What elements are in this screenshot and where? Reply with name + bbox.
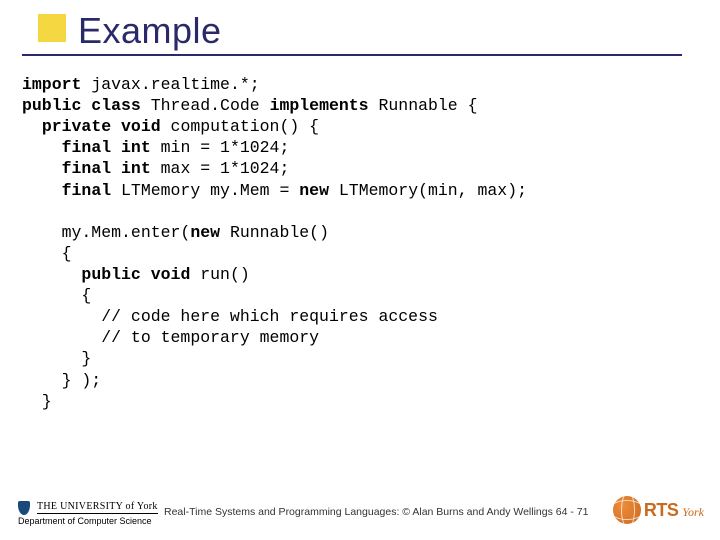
code-line: my.Mem.enter(new Runnable() (22, 222, 527, 243)
globe-icon (613, 496, 641, 524)
york-label: York (682, 505, 704, 520)
code-line: } (22, 391, 527, 412)
rts-label: RTS (644, 500, 679, 521)
university-name: THE UNIVERSITY of York (37, 501, 158, 514)
code-line: { (22, 243, 527, 264)
code-line: import javax.realtime.*; (22, 74, 527, 95)
code-line: public void run() (22, 264, 527, 285)
code-line: { (22, 285, 527, 306)
rts-logo: RTS York (613, 496, 704, 524)
code-line: public class Thread.Code implements Runn… (22, 95, 527, 116)
title-bullet-square (38, 14, 66, 42)
title-underline (22, 54, 682, 56)
code-line: } (22, 348, 527, 369)
code-line: private void computation() { (22, 116, 527, 137)
shield-icon (18, 501, 30, 515)
code-line: final int min = 1*1024; (22, 137, 527, 158)
footer-text: Real-Time Systems and Programming Langua… (164, 506, 588, 518)
code-line: } ); (22, 370, 527, 391)
footer: THE UNIVERSITY of York Department of Com… (0, 488, 720, 532)
slide-title: Example (78, 10, 222, 52)
university-logo: THE UNIVERSITY of York Department of Com… (18, 500, 158, 526)
code-line: final int max = 1*1024; (22, 158, 527, 179)
code-line: final LTMemory my.Mem = new LTMemory(min… (22, 180, 527, 201)
code-line: // to temporary memory (22, 327, 527, 348)
code-line (22, 201, 527, 222)
department-name: Department of Computer Science (18, 516, 158, 526)
code-block: import javax.realtime.*;public class Thr… (22, 74, 527, 412)
code-line: // code here which requires access (22, 306, 527, 327)
slide-title-block: Example (38, 10, 222, 52)
